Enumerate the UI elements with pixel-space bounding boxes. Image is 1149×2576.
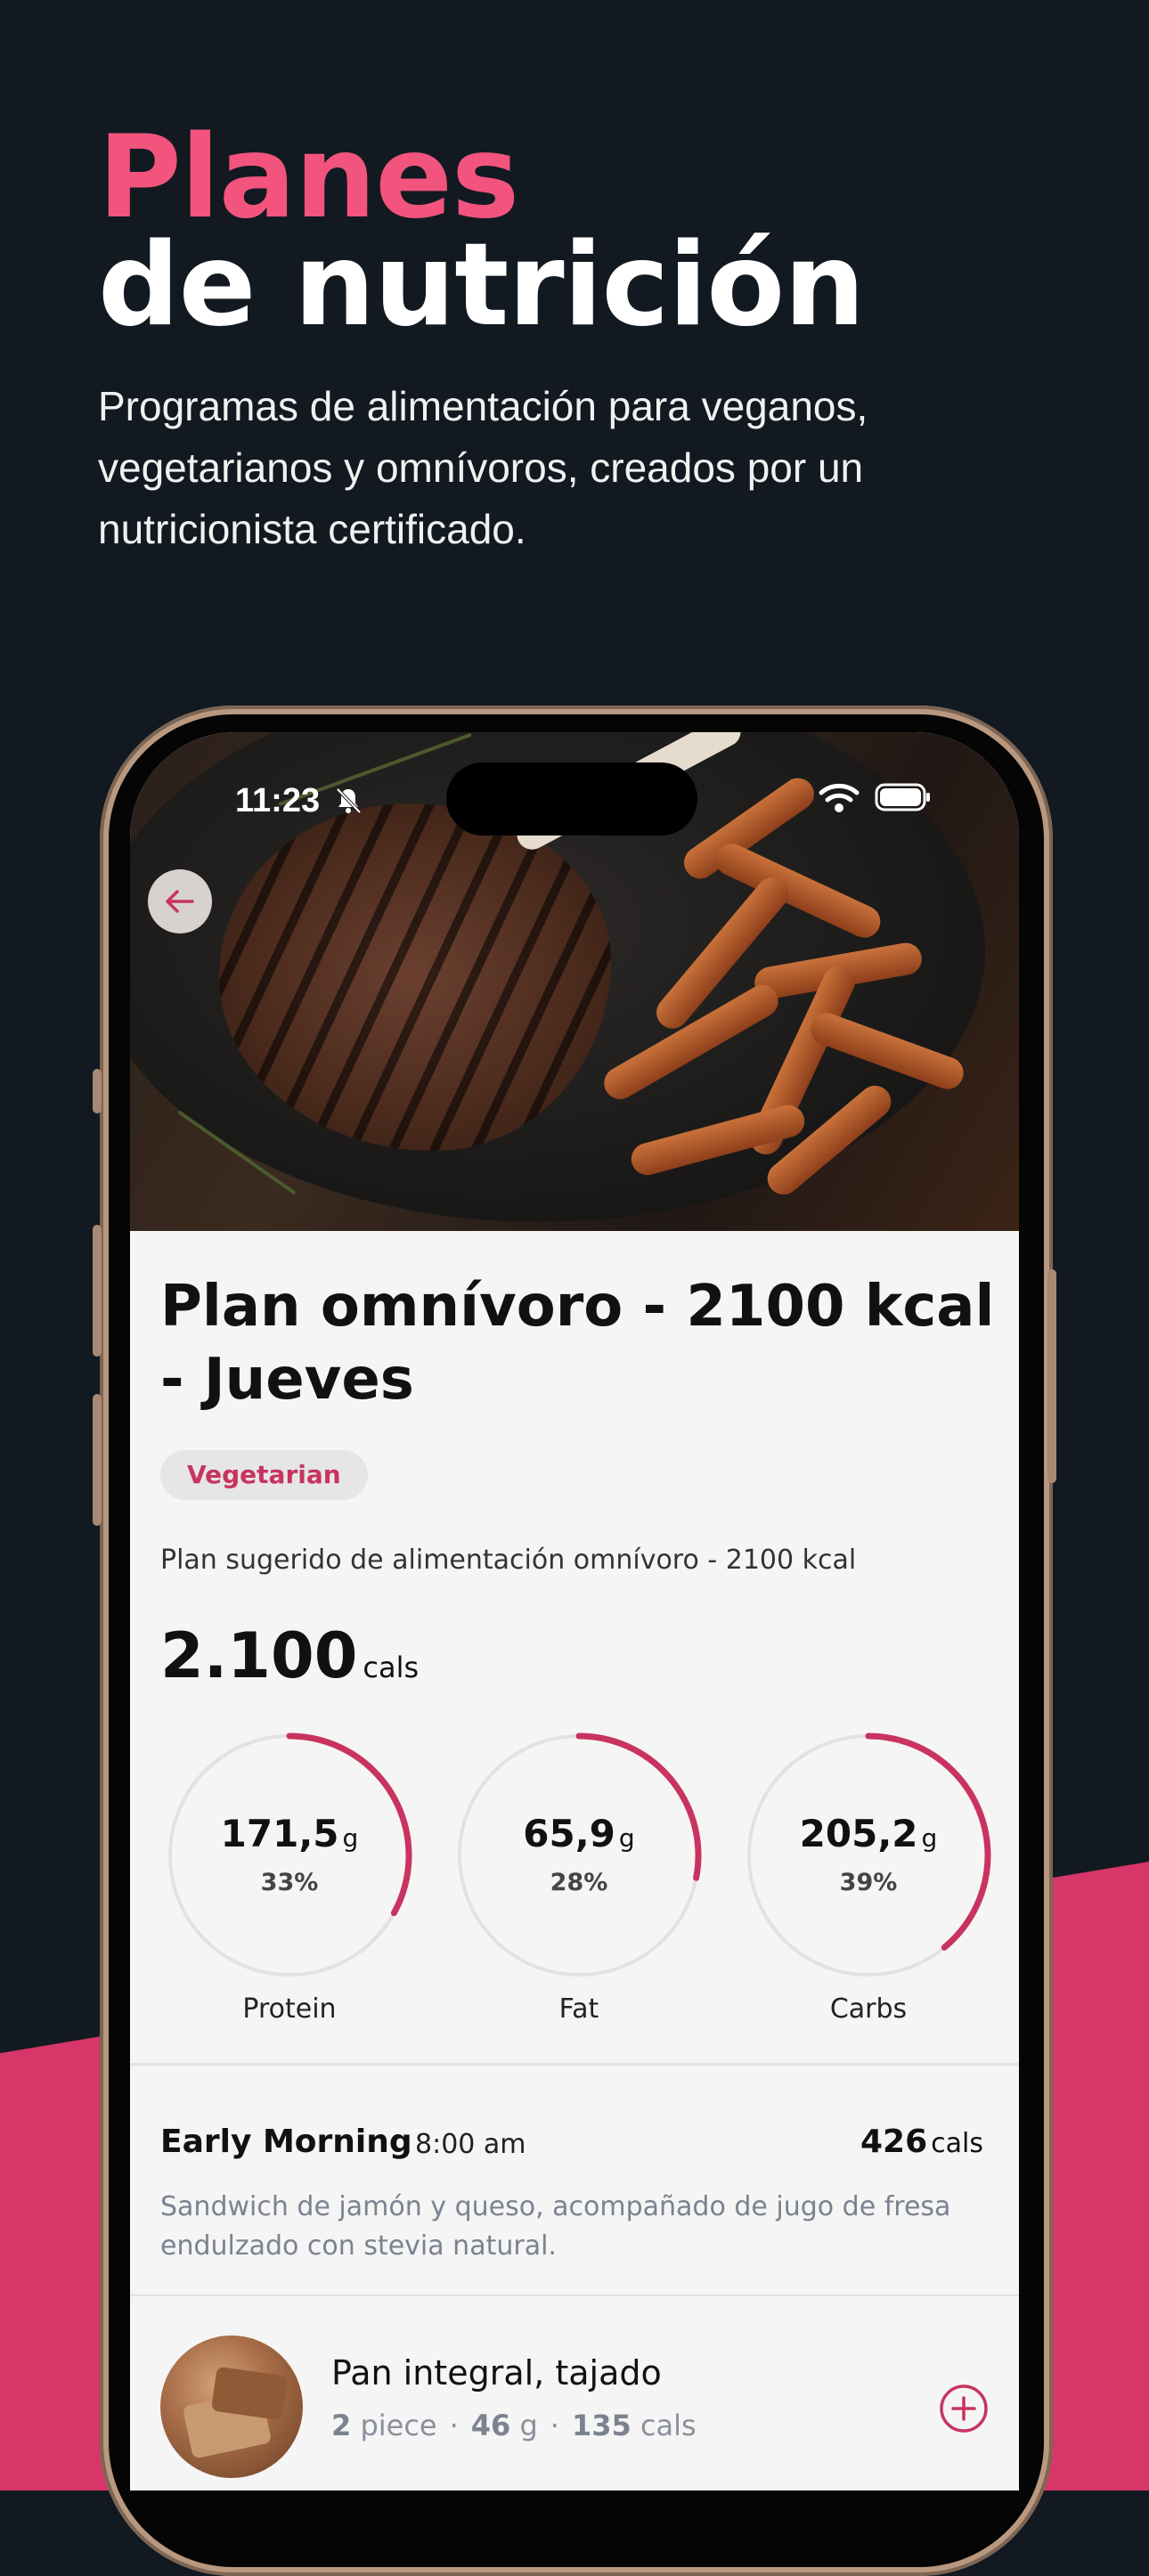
separator-dot: · (550, 2409, 559, 2442)
back-button[interactable] (148, 869, 212, 933)
macro-label-carbs: Carbs (829, 1993, 908, 2025)
phone-volume-up-button (93, 1225, 102, 1357)
food-quantity-unit: piece (360, 2409, 437, 2442)
hero-title-line2: de nutrición (98, 219, 865, 352)
macro-ring-protein: 171,5 g 33% (160, 1726, 419, 1985)
phone-action-button (93, 1069, 102, 1113)
food-item-name[interactable]: Pan integral, tajado (331, 2353, 662, 2393)
food-weight-unit: g (519, 2409, 538, 2442)
bell-slash-icon (336, 787, 362, 814)
macro-value: 65,9 (523, 1812, 615, 1855)
macro-ring-fat: 65,9 g 28% (450, 1726, 708, 1985)
hero-title-line1: Planes (98, 111, 519, 244)
status-time: 11:23 (235, 782, 321, 819)
macro-label-protein: Protein (242, 1993, 337, 2025)
food-calories-unit: cals (640, 2409, 697, 2442)
macro-label-fat: Fat (558, 1993, 599, 2025)
dynamic-island (446, 762, 697, 836)
wifi-icon (819, 783, 860, 812)
add-food-icon[interactable] (939, 2384, 989, 2433)
meal-calories: 426 cals (860, 2124, 983, 2160)
food-quantity: 2 (331, 2409, 352, 2442)
meal-calories-unit: cals (931, 2128, 983, 2159)
macro-percent: 39% (839, 1869, 898, 1896)
battery-icon (875, 783, 930, 811)
macro-percent: 33% (260, 1869, 319, 1896)
macro-unit: g (618, 1823, 635, 1853)
food-weight: 46 (470, 2409, 511, 2442)
meal-calories-value: 426 (860, 2124, 928, 2160)
total-calories-value: 2.100 (160, 1619, 358, 1692)
phone-volume-down-button (93, 1394, 102, 1526)
plan-title: Plan omnívoro - 2100 kcal - Jueves (160, 1274, 995, 1413)
total-calories-unit: cals (363, 1651, 420, 1684)
macro-ring-carbs: 205,2 g 39% (739, 1726, 998, 1985)
food-calories: 135 (571, 2409, 632, 2442)
macro-unit: g (342, 1823, 359, 1853)
hero-section: Planes de nutrición Programas de aliment… (98, 111, 1078, 560)
macro-value: 205,2 (799, 1812, 918, 1855)
arrow-left-icon (166, 890, 194, 913)
meal-description: Sandwich de jamón y queso, acompañado de… (160, 2191, 951, 2262)
total-calories: 2.100 cals (160, 1619, 419, 1692)
macro-value: 171,5 (220, 1812, 339, 1855)
diet-tag[interactable]: Vegetarian (160, 1450, 368, 1500)
macro-percent: 28% (550, 1869, 608, 1896)
meal-name: Early Morning (160, 2124, 412, 2160)
meal-time: 8:00 am (415, 2129, 526, 2160)
phone-power-button (1047, 1269, 1056, 1483)
macro-unit: g (921, 1823, 938, 1853)
meal-divider (130, 2295, 1019, 2296)
separator-dot: · (449, 2409, 459, 2442)
section-divider (130, 2063, 1019, 2066)
food-image (160, 2336, 303, 2478)
food-item-meta: 2 piece · 46 g · 135 cals (331, 2409, 697, 2442)
hero-subtitle: Programas de alimentación para veganos, … (98, 383, 868, 552)
phone-screen: 11:23 Plan omnívoro - 2100 kcal - Jueves… (130, 732, 1019, 2490)
plan-description: Plan sugerido de alimentación omnívoro -… (160, 1545, 857, 1576)
